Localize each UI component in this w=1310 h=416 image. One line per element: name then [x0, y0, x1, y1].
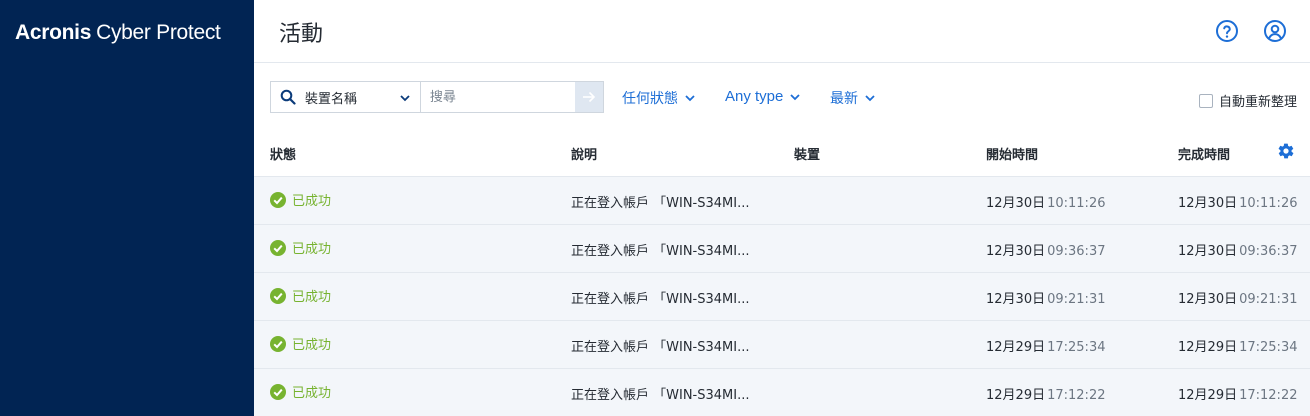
end-time-cell: 12月29日 17:25:34	[1178, 336, 1297, 355]
column-header-end-time[interactable]: 完成時間	[1178, 144, 1230, 163]
start-date: 12月29日	[986, 340, 1046, 355]
end-clock: 17:12:22	[1239, 388, 1298, 403]
status-cell: 已成功	[270, 238, 331, 257]
start-date: 12月30日	[986, 244, 1046, 259]
end-clock: 09:21:31	[1239, 292, 1298, 307]
search-group: 裝置名稱	[270, 81, 604, 113]
end-time-cell: 12月30日 09:36:37	[1178, 240, 1297, 259]
check-circle-icon	[270, 191, 286, 208]
check-circle-icon	[270, 239, 286, 256]
start-clock: 10:11:26	[1047, 196, 1106, 211]
search-field-label: 裝置名稱	[305, 91, 358, 107]
status-text: 已成功	[292, 242, 332, 257]
app-window: Acronis Cyber Protect 活動 裝置名稱 搜尋 任何狀態 An…	[0, 0, 1310, 416]
help-circle-icon[interactable]	[1215, 19, 1239, 43]
table-row[interactable]: 已成功 正在登入帳戶 「WIN-S34MI... 12月29日 17:12:22 …	[254, 369, 1310, 416]
activity-table: 狀態 說明 裝置 開始時間 完成時間 已成功 正在登入帳戶 「WIN-S34MI…	[254, 128, 1310, 416]
start-clock: 17:25:34	[1047, 340, 1106, 355]
status-cell: 已成功	[270, 286, 331, 305]
description-cell: 正在登入帳戶 「WIN-S34MI...	[571, 340, 750, 355]
sidebar: Acronis Cyber Protect	[0, 0, 254, 416]
start-date: 12月29日	[986, 388, 1046, 403]
end-clock: 10:11:26	[1239, 196, 1298, 211]
end-clock: 17:25:34	[1239, 340, 1298, 355]
chevron-down-icon	[865, 95, 875, 102]
check-circle-icon	[270, 287, 286, 304]
auto-refresh-toggle[interactable]: 自動重新整理	[1199, 91, 1297, 110]
table-row[interactable]: 已成功 正在登入帳戶 「WIN-S34MI... 12月30日 09:36:37 …	[254, 225, 1310, 273]
auto-refresh-label: 自動重新整理	[1219, 95, 1298, 110]
description-cell: 正在登入帳戶 「WIN-S34MI...	[571, 292, 750, 307]
search-field-select[interactable]: 裝置名稱	[271, 82, 421, 112]
end-date: 12月29日	[1178, 388, 1238, 403]
status-cell: 已成功	[270, 382, 331, 401]
table-row[interactable]: 已成功 正在登入帳戶 「WIN-S34MI... 12月29日 17:25:34 …	[254, 321, 1310, 369]
start-clock: 17:12:22	[1047, 388, 1106, 403]
chevron-down-icon	[400, 95, 410, 102]
end-date: 12月30日	[1178, 196, 1238, 211]
end-time-cell: 12月30日 10:11:26	[1178, 192, 1297, 211]
table-header: 狀態 說明 裝置 開始時間 完成時間	[254, 128, 1310, 177]
status-text: 已成功	[292, 290, 332, 305]
status-text: 已成功	[292, 386, 332, 401]
status-filter-dropdown[interactable]: 任何狀態	[622, 88, 696, 108]
start-time-cell: 12月29日 17:12:22	[986, 384, 1105, 403]
brand-name-bold: Acronis	[15, 21, 92, 44]
status-text: 已成功	[292, 194, 332, 209]
arrow-right-icon	[582, 91, 596, 103]
search-input[interactable]	[420, 82, 575, 112]
status-cell: 已成功	[270, 334, 331, 353]
filter-bar: 裝置名稱 任何狀態	[254, 63, 1310, 128]
start-time-cell: 12月30日 10:11:26	[986, 192, 1105, 211]
chevron-down-icon	[790, 93, 801, 100]
end-time-cell: 12月29日 17:12:22	[1178, 384, 1297, 403]
column-header-start-time[interactable]: 開始時間	[986, 144, 1038, 163]
start-time-cell: 12月29日 17:25:34	[986, 336, 1105, 355]
end-date: 12月30日	[1178, 292, 1238, 307]
start-clock: 09:21:31	[1047, 292, 1106, 307]
auto-refresh-checkbox[interactable]	[1199, 93, 1213, 108]
page-title: 活動	[279, 22, 324, 47]
column-header-description[interactable]: 說明	[571, 144, 597, 163]
type-filter-dropdown[interactable]: Any type	[725, 88, 801, 105]
check-circle-icon	[270, 383, 286, 400]
end-date: 12月29日	[1178, 340, 1238, 355]
description-cell: 正在登入帳戶 「WIN-S34MI...	[571, 244, 750, 259]
column-header-device[interactable]: 裝置	[794, 144, 820, 163]
status-text: 已成功	[292, 338, 332, 353]
gear-icon[interactable]	[1277, 142, 1295, 160]
sort-filter-dropdown[interactable]: 最新	[830, 88, 876, 108]
check-circle-icon	[270, 335, 286, 352]
description-cell: 正在登入帳戶 「WIN-S34MI...	[571, 388, 750, 403]
end-date: 12月30日	[1178, 244, 1238, 259]
column-header-status[interactable]: 狀態	[270, 144, 296, 163]
end-time-cell: 12月30日 09:21:31	[1178, 288, 1297, 307]
search-submit-button[interactable]	[574, 82, 603, 112]
brand-name-light: Cyber Protect	[96, 21, 221, 44]
table-row[interactable]: 已成功 正在登入帳戶 「WIN-S34MI... 12月30日 09:21:31 …	[254, 273, 1310, 321]
chevron-down-icon	[685, 95, 695, 102]
start-time-cell: 12月30日 09:21:31	[986, 288, 1105, 307]
brand-logo: Acronis Cyber Protect	[15, 21, 221, 45]
description-cell: 正在登入帳戶 「WIN-S34MI...	[571, 196, 750, 211]
sort-filter-label: 最新	[830, 91, 858, 107]
user-circle-icon[interactable]	[1263, 19, 1287, 43]
search-icon	[280, 89, 296, 105]
end-clock: 09:36:37	[1239, 244, 1298, 259]
top-bar: 活動	[254, 0, 1310, 63]
status-filter-label: 任何狀態	[622, 91, 678, 107]
main-content: 活動 裝置名稱 搜尋 任何狀態 Any type 最新 自動重新整理 狀態 說明…	[254, 0, 1310, 416]
start-date: 12月30日	[986, 292, 1046, 307]
start-date: 12月30日	[986, 196, 1046, 211]
start-time-cell: 12月30日 09:36:37	[986, 240, 1105, 259]
type-filter-label: Any type	[725, 88, 784, 105]
table-row[interactable]: 已成功 正在登入帳戶 「WIN-S34MI... 12月30日 10:11:26 …	[254, 177, 1310, 225]
status-cell: 已成功	[270, 190, 331, 209]
start-clock: 09:36:37	[1047, 244, 1106, 259]
